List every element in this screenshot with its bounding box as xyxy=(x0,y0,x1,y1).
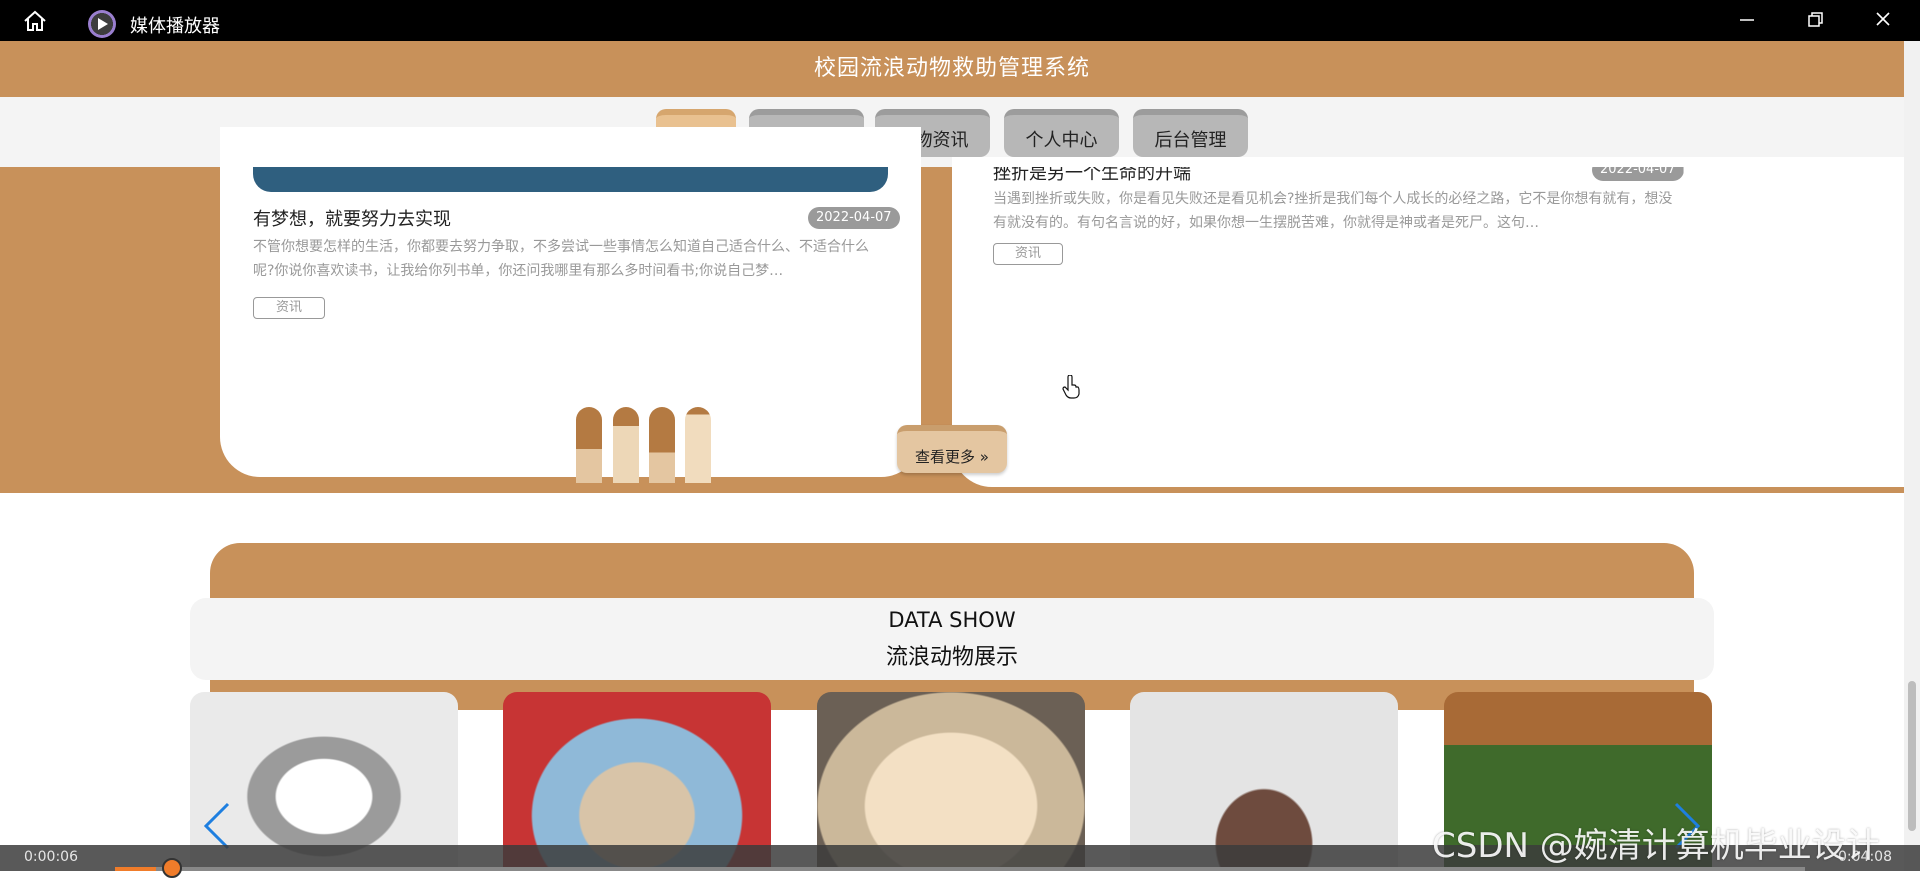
site-title: 校园流浪动物救助管理系统 xyxy=(0,41,1904,97)
close-button[interactable] xyxy=(1868,8,1898,32)
news-summary: 不管你想要怎样的生活，你都要去努力争取，不多尝试一些事情怎么知道自己适合什么、不… xyxy=(253,239,869,279)
view-more-button[interactable]: 查看更多 » xyxy=(897,425,1007,473)
home-icon[interactable] xyxy=(22,10,48,32)
news-section: 有梦想，就要努力去实现 2022-04-07 不管你想要怎样的生活，你都要去努力… xyxy=(0,127,1904,493)
decorative-pillars xyxy=(576,407,716,483)
seek-bar-progress xyxy=(115,867,156,871)
seek-knob[interactable] xyxy=(162,858,182,878)
page-scrollbar[interactable] xyxy=(1904,41,1920,871)
window-titlebar: 媒体播放器 xyxy=(0,0,1920,41)
current-time: 0:00:06 xyxy=(24,849,78,865)
mouse-cursor-icon xyxy=(1062,374,1080,403)
news-card[interactable]: 有梦想，就要努力去实现 2022-04-07 不管你想要怎样的生活，你都要去努力… xyxy=(220,127,921,477)
video-frame: 校园流浪动物救助管理系统 首页 流浪动物 宠物资讯 个人中心 后台管理 有梦想，… xyxy=(0,41,1920,871)
news-title[interactable]: 有梦想，就要努力去实现 xyxy=(253,205,451,231)
news-tag[interactable]: 资讯 xyxy=(253,297,325,319)
restore-button[interactable] xyxy=(1800,8,1830,32)
seek-bar[interactable] xyxy=(115,867,1805,871)
nav-admin[interactable]: 后台管理 xyxy=(1133,109,1248,157)
data-show-band xyxy=(210,543,1694,603)
news-summary: 当遇到挫折或失败，你是看见失败还是看见机会?挫折是我们每个人成长的必经之路，它不… xyxy=(993,191,1673,231)
double-chevron-right-icon: » xyxy=(975,448,989,466)
pillar xyxy=(685,407,711,483)
pillar xyxy=(576,407,602,483)
watermark: CSDN @婉清计算机毕业设计 xyxy=(1432,826,1880,866)
pillar xyxy=(649,407,675,483)
media-player-logo-icon xyxy=(88,10,116,38)
data-show-title-en: DATA SHOW xyxy=(888,608,1016,632)
nav-user-center[interactable]: 个人中心 xyxy=(1004,109,1119,157)
pillar xyxy=(613,407,639,483)
carousel-prev-icon[interactable] xyxy=(200,801,234,851)
minimize-button[interactable] xyxy=(1732,8,1762,32)
window-title: 媒体播放器 xyxy=(130,16,220,37)
news-tag[interactable]: 资讯 xyxy=(993,243,1063,265)
news-card[interactable]: 挫折是另一个生命的开端 2022-04-07 当遇到挫折或失败，你是看见失败还是… xyxy=(952,157,1904,487)
view-more-label: 查看更多 xyxy=(915,448,976,466)
scrollbar-thumb[interactable] xyxy=(1908,681,1916,831)
data-show-heading: DATA SHOW 流浪动物展示 xyxy=(190,598,1714,680)
news-date: 2022-04-07 xyxy=(808,207,900,229)
news-photo xyxy=(253,167,888,192)
news-title[interactable]: 挫折是另一个生命的开端 xyxy=(993,167,1191,185)
news-date: 2022-04-07 xyxy=(1592,167,1684,181)
data-show-title-cn: 流浪动物展示 xyxy=(885,645,1018,670)
